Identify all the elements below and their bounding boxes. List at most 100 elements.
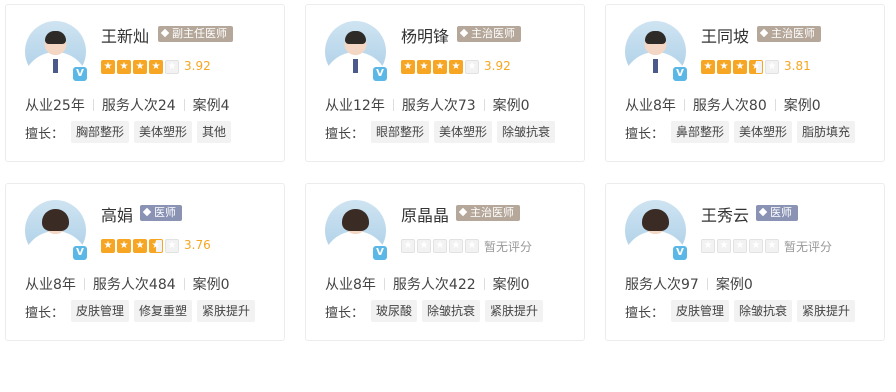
doctor-skills: 擅长： 玻尿酸 除皱抗衰 紧肤提升 [325, 300, 544, 322]
skills-label: 擅长： [325, 126, 365, 142]
doctor-card[interactable]: V 高娟 医师 ★ ★ ★ ★ ★ 3.76 从业8年 服务人次484 案例0 … [5, 183, 285, 341]
doctor-name[interactable]: 王新灿 [101, 23, 149, 47]
doctor-name[interactable]: 王同坡 [701, 23, 749, 47]
doctor-name[interactable]: 王秀云 [701, 202, 749, 226]
doctor-skills: 擅长： 鼻部整形 美体塑形 脂肪填充 [625, 121, 856, 143]
doctor-name[interactable]: 杨明锋 [401, 23, 449, 47]
stat-cases: 案例0 [715, 277, 753, 293]
rating-stars: ★ ★ ★ ★ ★ [101, 60, 179, 74]
skill-tag[interactable]: 脂肪填充 [797, 121, 856, 143]
doctor-card[interactable]: V 王秀云 医师 ★ ★ ★ ★ ★ 暂无评分 服务人次97 案例0 擅长： 皮… [605, 183, 885, 341]
skill-tag[interactable]: 玻尿酸 [371, 300, 418, 322]
rating-score: 3.92 [484, 59, 511, 73]
skill-tag[interactable]: 胸部整形 [71, 121, 130, 143]
rating-stars: ★ ★ ★ ★ ★ [401, 60, 479, 74]
star-icon: ★ [701, 239, 715, 253]
stat-services: 服务人次422 [392, 277, 476, 293]
skill-tag[interactable]: 除皱抗衰 [422, 300, 481, 322]
doctor-title-badge: 医师 [756, 205, 798, 221]
doctor-name[interactable]: 高娟 [101, 202, 133, 226]
stat-years: 从业8年 [325, 277, 376, 293]
stat-cases: 案例0 [783, 98, 821, 114]
star-icon: ★ [749, 60, 763, 74]
skill-tag[interactable]: 美体塑形 [134, 121, 193, 143]
star-icon: ★ [101, 60, 115, 74]
stat-services: 服务人次484 [92, 277, 176, 293]
doctor-stats: 从业8年 服务人次80 案例0 [625, 95, 821, 115]
doctor-card[interactable]: V 杨明锋 主治医师 ★ ★ ★ ★ ★ 3.92 从业12年 服务人次73 案… [305, 4, 585, 162]
star-icon: ★ [117, 60, 131, 74]
verified-icon: V [673, 67, 687, 81]
star-icon: ★ [165, 239, 179, 253]
skill-tag[interactable]: 紧肤提升 [485, 300, 544, 322]
doctor-stats: 从业12年 服务人次73 案例0 [325, 95, 530, 115]
rating-score: 3.81 [784, 59, 811, 73]
star-icon: ★ [101, 239, 115, 253]
skill-tag[interactable]: 眼部整形 [371, 121, 430, 143]
doctor-card[interactable]: V 王新灿 副主任医师 ★ ★ ★ ★ ★ 3.92 从业25年 服务人次24 … [5, 4, 285, 162]
stat-cases: 案例0 [492, 98, 530, 114]
skill-tag[interactable]: 美体塑形 [434, 121, 493, 143]
star-icon: ★ [149, 60, 163, 74]
star-icon: ★ [401, 60, 415, 74]
doctor-card[interactable]: V 原晶晶 主治医师 ★ ★ ★ ★ ★ 暂无评分 从业8年 服务人次422 案… [305, 183, 585, 341]
skill-tag[interactable]: 美体塑形 [734, 121, 793, 143]
skills-label: 擅长： [625, 126, 665, 142]
doctor-skills: 擅长： 皮肤管理 修复重塑 紧肤提升 [25, 300, 256, 322]
rating-score: 3.76 [184, 238, 211, 252]
doctor-card[interactable]: V 王同坡 主治医师 ★ ★ ★ ★ ★ 3.81 从业8年 服务人次80 案例… [605, 4, 885, 162]
doctor-title-badge: 主治医师 [457, 26, 521, 42]
skill-tag[interactable]: 修复重塑 [134, 300, 193, 322]
star-icon: ★ [449, 239, 463, 253]
doctor-stats: 从业8年 服务人次422 案例0 [325, 274, 530, 294]
star-icon: ★ [401, 239, 415, 253]
doctor-skills: 擅长： 眼部整形 美体塑形 除皱抗衰 [325, 121, 556, 143]
verified-icon: V [373, 67, 387, 81]
star-icon: ★ [717, 60, 731, 74]
stat-services: 服务人次80 [692, 98, 767, 114]
star-icon: ★ [417, 239, 431, 253]
doctor-title-badge: 医师 [140, 205, 182, 221]
doctor-title-badge: 主治医师 [757, 26, 821, 42]
skills-label: 擅长： [25, 126, 65, 142]
skill-tag[interactable]: 紧肤提升 [197, 300, 256, 322]
doctor-title-badge: 主治医师 [456, 205, 520, 221]
star-icon: ★ [117, 239, 131, 253]
star-icon: ★ [465, 60, 479, 74]
star-icon: ★ [149, 239, 163, 253]
skills-label: 擅长： [25, 305, 65, 321]
skill-tag[interactable]: 紧肤提升 [797, 300, 856, 322]
stat-cases: 案例0 [492, 277, 530, 293]
star-icon: ★ [717, 239, 731, 253]
star-icon: ★ [465, 239, 479, 253]
rating-stars: ★ ★ ★ ★ ★ [701, 239, 779, 253]
stat-cases: 案例4 [192, 98, 230, 114]
stat-cases: 案例0 [192, 277, 230, 293]
doctor-title-badge: 副主任医师 [158, 26, 233, 42]
verified-icon: V [73, 246, 87, 260]
skill-tag[interactable]: 皮肤管理 [671, 300, 730, 322]
skill-tag[interactable]: 除皱抗衰 [497, 121, 556, 143]
star-icon: ★ [433, 239, 447, 253]
doctor-stats: 从业25年 服务人次24 案例4 [25, 95, 230, 115]
rating-stars: ★ ★ ★ ★ ★ [101, 239, 179, 253]
stat-services: 服务人次97 [625, 277, 699, 293]
stat-years: 从业12年 [325, 98, 385, 114]
rating-score: 暂无评分 [484, 240, 533, 254]
star-icon: ★ [733, 60, 747, 74]
rating-stars: ★ ★ ★ ★ ★ [701, 60, 779, 74]
skill-tag[interactable]: 鼻部整形 [671, 121, 730, 143]
star-icon: ★ [165, 60, 179, 74]
doctor-skills: 擅长： 皮肤管理 除皱抗衰 紧肤提升 [625, 300, 856, 322]
doctor-name[interactable]: 原晶晶 [401, 202, 449, 226]
skills-label: 擅长： [325, 305, 365, 321]
rating-score: 暂无评分 [784, 240, 833, 254]
star-icon: ★ [749, 239, 763, 253]
star-icon: ★ [701, 60, 715, 74]
stat-services: 服务人次73 [401, 98, 476, 114]
skill-tag[interactable]: 其他 [197, 121, 232, 143]
skill-tag[interactable]: 皮肤管理 [71, 300, 130, 322]
stat-years: 从业8年 [625, 98, 676, 114]
skill-tag[interactable]: 除皱抗衰 [734, 300, 793, 322]
stat-years: 从业25年 [25, 98, 85, 114]
